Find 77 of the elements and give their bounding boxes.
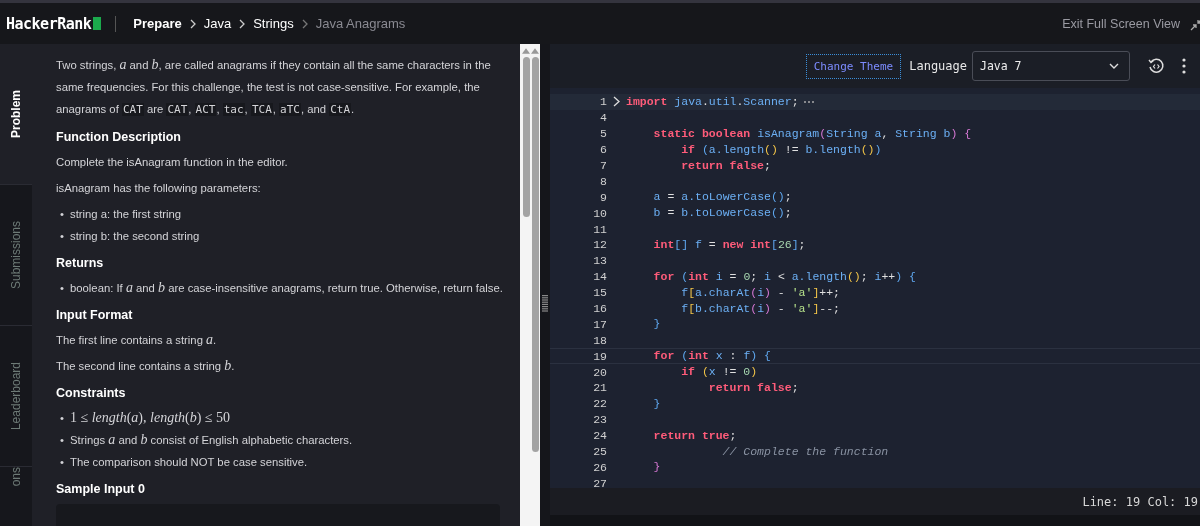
code-text: import java.util.Scanner; [626, 94, 799, 109]
code-text: f[a.charAt(i) - 'a']++; [680, 285, 841, 300]
line-number: 21 [592, 381, 607, 395]
line-number: 14 [592, 270, 607, 284]
line-number: 19 [592, 349, 607, 363]
line-number: 16 [592, 302, 607, 315]
section-heading: Input Format [56, 307, 134, 324]
side-tab[interactable]: ons [0, 467, 32, 526]
code-text: } [652, 460, 661, 475]
line-number: 1 [599, 95, 607, 109]
paragraph: The second line contains a string b. [56, 357, 236, 375]
line-number: 26 [592, 460, 607, 474]
paragraph: Two strings, a and b, are called anagrams if they contain all the same characters in the same frequencies. For this challenge, the test is not case-sensitive. For example, the anagrams of CAT are CAT, ACT, tac, TCA, aTC, and CtA. [56, 56, 492, 118]
bullet-marker: • [60, 411, 65, 426]
language-select[interactable]: Java 7 [972, 51, 1130, 81]
line-number: 17 [592, 317, 607, 331]
bullet-marker: • [60, 281, 65, 296]
bullet-marker: • [60, 229, 65, 244]
bullet-item: string a: the first string [70, 207, 182, 222]
bullet-item: boolean: If a and b are case-insensitive anagrams, return true. Otherwise, return false. [70, 279, 503, 297]
cursor-position: Line: 19 Col: 19 [1082, 494, 1198, 509]
bullet-item: The comparison should NOT be case sensitive. [70, 455, 308, 470]
code-text: } [652, 396, 661, 411]
line-number: 7 [599, 159, 607, 172]
line-number: 24 [592, 429, 607, 443]
line-number: 18 [592, 333, 607, 347]
code-text: for (int i = 0; i < a.length(); i++) { [652, 269, 916, 284]
paragraph: Complete the isAnagram function in the editor. [56, 155, 289, 170]
breadcrumb-link[interactable]: Prepare [133, 16, 182, 31]
line-number: 13 [592, 254, 607, 268]
line-number: 4 [599, 111, 607, 125]
paragraph: The first line contains a string a. [56, 331, 218, 349]
logo[interactable]: HackerRank [6, 14, 102, 33]
exit-fullscreen-link[interactable]: Exit Full Screen View [1062, 16, 1180, 31]
language-label: Language [909, 59, 967, 73]
side-tab[interactable]: Problem [0, 44, 32, 185]
line-number: 9 [599, 190, 607, 204]
line-number: 12 [592, 238, 607, 252]
bullet-marker: • [60, 207, 65, 222]
section-heading: Constraints [56, 385, 127, 402]
section-heading: Returns [56, 255, 105, 272]
code-text: if (a.length() != b.length()) [680, 142, 882, 157]
code-text: // Complete the function [721, 444, 889, 459]
code-text: a = a.toLowerCase(); [652, 190, 792, 205]
line-number: 5 [599, 127, 607, 141]
line-number: 8 [599, 174, 607, 188]
code-text: return false; [680, 158, 771, 173]
line-number: 20 [592, 365, 607, 379]
code-text: if (x != 0) [680, 365, 758, 380]
code-text: b = b.toLowerCase(); [652, 206, 792, 221]
change-theme-button[interactable]: Change Theme [805, 53, 902, 79]
bullet-marker: • [60, 455, 65, 470]
code-text: for (int x : f) { [652, 349, 771, 364]
line-number: 25 [592, 445, 607, 459]
bullet-item: string b: the second string [70, 229, 200, 244]
line-number: 11 [592, 222, 607, 236]
code-text: } [652, 317, 661, 332]
code-text: static boolean isAnagram(String a, String b) { [652, 126, 972, 141]
line-number: 15 [592, 286, 607, 300]
bullet-item: Strings a and b consist of English alphabetic characters. [70, 431, 353, 449]
bullet-item: 1 ≤ length(a), length(b) ≤ 50 [70, 409, 231, 427]
breadcrumb-link[interactable]: Java Anagrams [315, 16, 406, 31]
line-number: 10 [592, 206, 607, 220]
section-heading: Sample Input 0 [56, 481, 146, 498]
breadcrumb-link[interactable]: Java [203, 16, 232, 31]
section-heading: Function Description [56, 129, 182, 146]
line-number: 6 [599, 143, 607, 157]
code-text: f[b.charAt(i) - 'a']--; [680, 301, 841, 316]
line-number: 27 [592, 476, 607, 488]
code-text: return true; [652, 428, 737, 443]
code-text: int[] f = new int[26]; [652, 237, 806, 252]
line-number: 23 [592, 413, 607, 427]
bullet-marker: • [60, 433, 65, 448]
code-text: return false; [707, 380, 799, 395]
breadcrumb-link[interactable]: Strings [253, 16, 294, 31]
line-number: 22 [592, 397, 607, 411]
paragraph: isAnagram has the following parameters: [56, 181, 262, 196]
